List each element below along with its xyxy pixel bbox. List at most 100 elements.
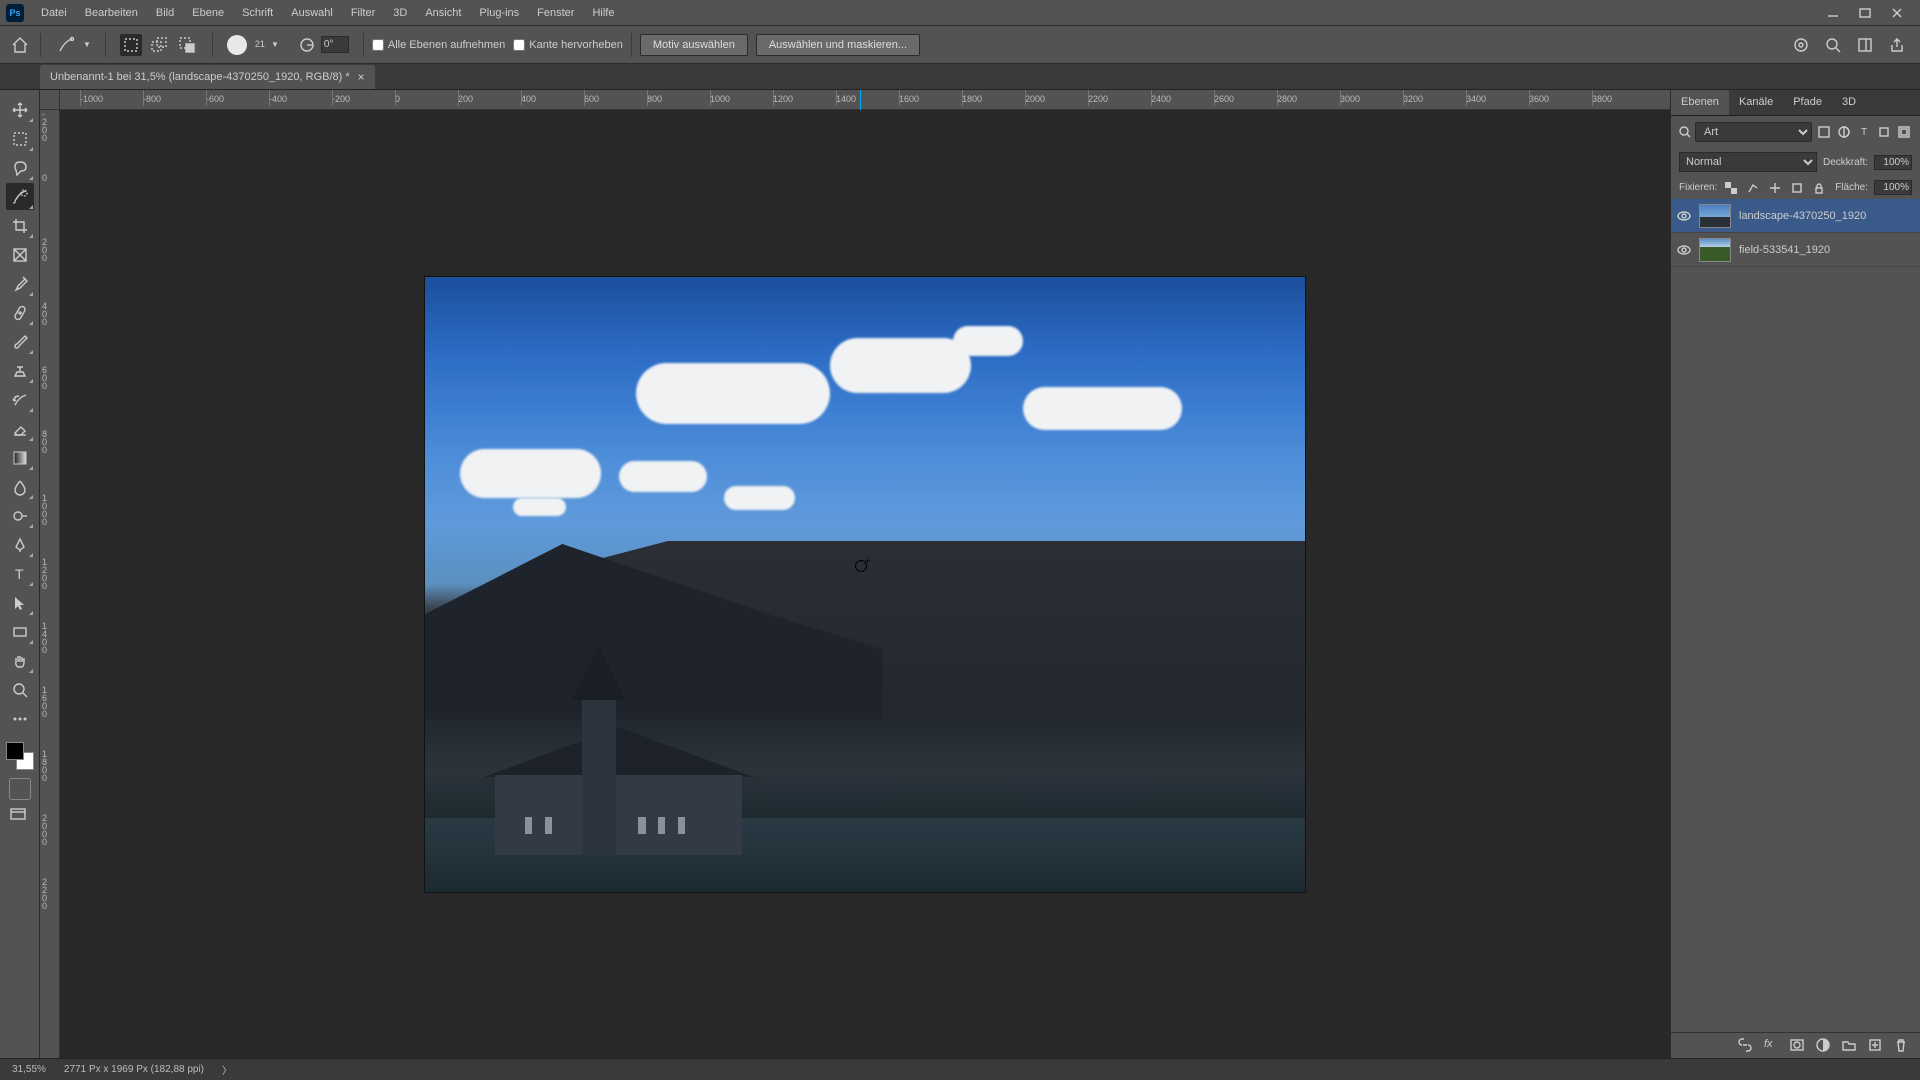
type-tool[interactable]: T (6, 560, 34, 587)
home-button[interactable] (8, 33, 32, 57)
edit-toolbar-icon[interactable] (6, 705, 34, 732)
visibility-toggle-icon[interactable] (1677, 243, 1691, 257)
adjustment-layer-icon[interactable] (1816, 1038, 1832, 1054)
filter-type-icon[interactable]: T (1856, 125, 1872, 139)
canvas-area[interactable]: -1000-800-600-400-2000200400600800100012… (40, 90, 1670, 1058)
menu-hilfe[interactable]: Hilfe (583, 0, 623, 26)
brush-tool[interactable] (6, 328, 34, 355)
document-info[interactable]: 2771 Px x 1969 Px (182,88 ppi) (64, 1064, 204, 1075)
document-tab[interactable]: Unbenannt-1 bei 31,5% (landscape-4370250… (40, 65, 375, 89)
maximize-button[interactable] (1858, 6, 1872, 20)
menu-datei[interactable]: Datei (32, 0, 76, 26)
group-icon[interactable] (1842, 1038, 1858, 1054)
horizontal-ruler[interactable]: -1000-800-600-400-2000200400600800100012… (60, 90, 1670, 110)
tool-preset-icon[interactable] (55, 34, 77, 56)
tab-paths[interactable]: Pfade (1783, 90, 1832, 115)
blur-tool[interactable] (6, 473, 34, 500)
new-selection-icon[interactable] (120, 34, 142, 56)
filter-adjustment-icon[interactable] (1836, 125, 1852, 139)
menu-plugins[interactable]: Plug-ins (470, 0, 528, 26)
lock-pixels-icon[interactable] (1745, 181, 1761, 195)
pen-tool[interactable] (6, 531, 34, 558)
search-icon[interactable] (1824, 36, 1842, 54)
layer-mask-icon[interactable] (1790, 1038, 1806, 1054)
rectangle-tool[interactable] (6, 618, 34, 645)
lock-transparency-icon[interactable] (1723, 181, 1739, 195)
color-swatches[interactable] (6, 742, 34, 770)
layer-thumbnail[interactable] (1699, 204, 1731, 228)
gradient-tool[interactable] (6, 444, 34, 471)
select-subject-button[interactable]: Motiv auswählen (640, 34, 748, 56)
filter-pixel-icon[interactable] (1816, 125, 1832, 139)
lock-position-icon[interactable] (1767, 181, 1783, 195)
opacity-input[interactable] (1874, 155, 1912, 170)
history-brush-tool[interactable] (6, 386, 34, 413)
tab-3d[interactable]: 3D (1832, 90, 1866, 115)
move-tool[interactable] (6, 96, 34, 123)
chevron-down-icon[interactable]: ▼ (271, 40, 279, 49)
chevron-down-icon[interactable]: ▼ (83, 40, 91, 49)
zoom-tool[interactable] (6, 676, 34, 703)
blend-mode-select[interactable]: Normal (1679, 152, 1817, 172)
quick-selection-tool[interactable] (6, 183, 34, 210)
add-selection-icon[interactable] (148, 34, 170, 56)
path-selection-tool[interactable] (6, 589, 34, 616)
screen-mode-toggle[interactable] (9, 806, 31, 828)
clone-stamp-tool[interactable] (6, 357, 34, 384)
hand-tool[interactable] (6, 647, 34, 674)
close-button[interactable] (1890, 6, 1904, 20)
layer-thumbnail[interactable] (1699, 238, 1731, 262)
menu-schrift[interactable]: Schrift (233, 0, 282, 26)
filter-shape-icon[interactable] (1876, 125, 1892, 139)
enhance-edge-checkbox[interactable]: Kante hervorheben (513, 39, 623, 51)
tab-channels[interactable]: Kanäle (1729, 90, 1783, 115)
layer-filter-select[interactable]: Art (1695, 122, 1812, 142)
filter-smart-icon[interactable] (1896, 125, 1912, 139)
tab-layers[interactable]: Ebenen (1671, 90, 1729, 115)
eyedropper-tool[interactable] (6, 270, 34, 297)
vertical-ruler[interactable]: -200020040060080010001200140016001800200… (40, 110, 60, 1058)
layer-name[interactable]: landscape-4370250_1920 (1739, 210, 1866, 222)
layer-row[interactable]: field-533541_1920 (1671, 233, 1920, 267)
healing-brush-tool[interactable] (6, 299, 34, 326)
lasso-tool[interactable] (6, 154, 34, 181)
sample-all-layers-checkbox[interactable]: Alle Ebenen aufnehmen (372, 39, 505, 51)
marquee-tool[interactable] (6, 125, 34, 152)
menu-auswahl[interactable]: Auswahl (282, 0, 342, 26)
close-tab-icon[interactable]: × (358, 70, 365, 84)
fill-input[interactable] (1874, 180, 1912, 195)
delete-layer-icon[interactable] (1894, 1038, 1910, 1054)
dodge-tool[interactable] (6, 502, 34, 529)
foreground-color-swatch[interactable] (6, 742, 24, 760)
menu-bild[interactable]: Bild (147, 0, 183, 26)
eraser-tool[interactable] (6, 415, 34, 442)
lock-artboard-icon[interactable] (1789, 181, 1805, 195)
menu-ebene[interactable]: Ebene (183, 0, 233, 26)
menu-bearbeiten[interactable]: Bearbeiten (76, 0, 147, 26)
layer-name[interactable]: field-533541_1920 (1739, 244, 1830, 256)
link-layers-icon[interactable] (1738, 1038, 1754, 1054)
layer-style-icon[interactable]: fx (1764, 1038, 1780, 1054)
quick-mask-toggle[interactable] (9, 778, 31, 800)
cloud-docs-icon[interactable] (1792, 36, 1810, 54)
lock-all-icon[interactable] (1811, 181, 1827, 195)
new-layer-icon[interactable] (1868, 1038, 1884, 1054)
zoom-level[interactable]: 31,55% (12, 1064, 46, 1075)
minimize-button[interactable] (1826, 6, 1840, 20)
menu-ansicht[interactable]: Ansicht (416, 0, 470, 26)
menu-fenster[interactable]: Fenster (528, 0, 583, 26)
ruler-origin[interactable] (40, 90, 60, 110)
share-icon[interactable] (1888, 36, 1906, 54)
select-and-mask-button[interactable]: Auswählen und maskieren... (756, 34, 920, 56)
document-canvas[interactable] (425, 277, 1305, 892)
frame-tool[interactable] (6, 241, 34, 268)
menu-filter[interactable]: Filter (342, 0, 384, 26)
crop-tool[interactable] (6, 212, 34, 239)
layer-row[interactable]: landscape-4370250_1920 (1671, 199, 1920, 233)
workspace-icon[interactable] (1856, 36, 1874, 54)
brush-preview-icon[interactable] (227, 35, 247, 55)
visibility-toggle-icon[interactable] (1677, 209, 1691, 223)
status-arrow-icon[interactable]: 〉 (222, 1062, 232, 1077)
angle-input[interactable] (321, 36, 349, 53)
menu-3d[interactable]: 3D (384, 0, 416, 26)
